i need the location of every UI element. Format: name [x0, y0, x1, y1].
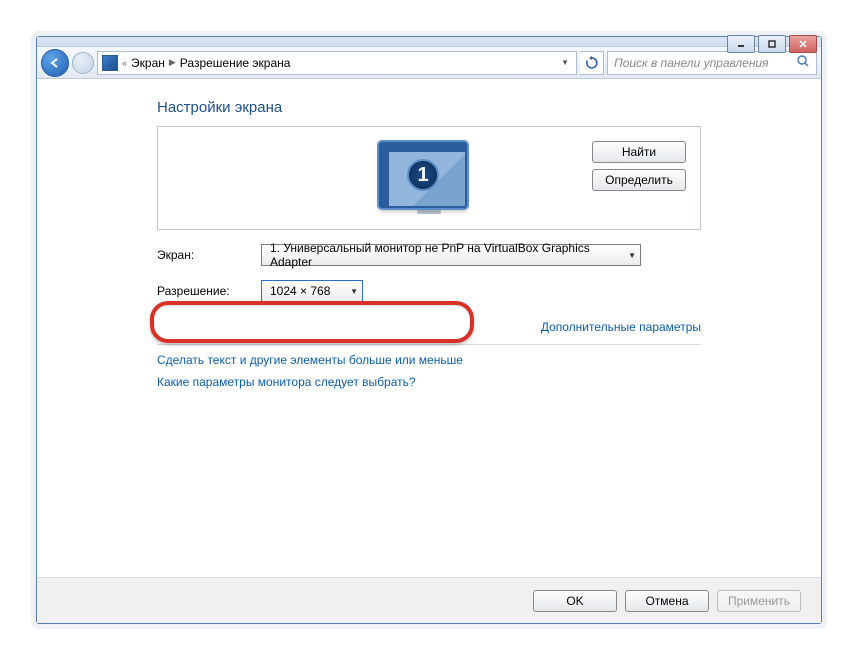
advanced-settings-row: Дополнительные параметры [37, 320, 701, 334]
breadcrumb-dropdown-icon[interactable]: ▼ [558, 58, 572, 67]
forward-button[interactable] [72, 52, 94, 74]
chevron-down-icon: ▼ [344, 287, 358, 296]
maximize-button[interactable] [758, 35, 786, 53]
apply-button[interactable]: Применить [717, 590, 801, 612]
display-dropdown[interactable]: 1. Универсальный монитор не PnP на Virtu… [261, 244, 641, 266]
breadcrumb-item[interactable]: Разрешение экрана [180, 56, 291, 70]
monitor-number: 1 [407, 159, 439, 191]
window-controls [727, 35, 817, 53]
divider [157, 344, 701, 345]
find-button[interactable]: Найти [592, 141, 686, 163]
minimize-button[interactable] [727, 35, 755, 53]
display-label: Экран: [157, 248, 253, 262]
monitor-preview[interactable]: 1 [379, 142, 479, 214]
resolution-row: Разрешение: 1024 × 768 ▼ [157, 280, 701, 302]
resolution-dropdown[interactable]: 1024 × 768 ▼ [261, 280, 363, 302]
search-icon [796, 54, 810, 71]
navigation-bar: « Экран ▶ Разрешение экрана ▼ Поиск в па… [37, 47, 821, 79]
minimize-icon [736, 39, 746, 49]
search-input[interactable]: Поиск в панели управления [607, 51, 817, 75]
cancel-button[interactable]: Отмена [625, 590, 709, 612]
identify-button[interactable]: Определить [592, 169, 686, 191]
ok-button[interactable]: OK [533, 590, 617, 612]
display-value: 1. Универсальный монитор не PnP на Virtu… [270, 241, 614, 269]
which-monitor-link[interactable]: Какие параметры монитора следует выбрать… [157, 375, 701, 389]
breadcrumb-separator: « [122, 58, 127, 68]
breadcrumb-item[interactable]: Экран [131, 56, 165, 70]
resolution-label: Разрешение: [157, 284, 253, 298]
display-row: Экран: 1. Универсальный монитор не PnP н… [157, 244, 701, 266]
monitor-stand-icon [417, 210, 441, 214]
dialog-footer: OK Отмена Применить [37, 577, 821, 623]
text-size-link[interactable]: Сделать текст и другие элементы больше и… [157, 353, 701, 367]
search-placeholder: Поиск в панели управления [614, 56, 796, 70]
breadcrumb-chevron-icon: ▶ [169, 57, 176, 68]
control-panel-window: « Экран ▶ Разрешение экрана ▼ Поиск в па… [36, 36, 822, 624]
content-area: Настройки экрана 1 Найти Определить Экра… [37, 79, 821, 389]
close-icon [798, 39, 808, 49]
chevron-down-icon: ▼ [622, 251, 636, 260]
maximize-icon [767, 39, 777, 49]
refresh-button[interactable] [580, 51, 604, 75]
advanced-settings-link[interactable]: Дополнительные параметры [541, 320, 701, 334]
control-panel-icon [102, 55, 118, 71]
back-button[interactable] [41, 49, 69, 77]
arrow-left-icon [48, 56, 62, 70]
refresh-icon [585, 56, 599, 70]
resolution-value: 1024 × 768 [270, 284, 330, 298]
close-button[interactable] [789, 35, 817, 53]
help-links: Сделать текст и другие элементы больше и… [157, 353, 701, 389]
monitor-preview-panel: 1 Найти Определить [157, 126, 701, 230]
page-title: Настройки экрана [37, 99, 821, 126]
address-bar[interactable]: « Экран ▶ Разрешение экрана ▼ [97, 51, 577, 75]
titlebar [37, 37, 821, 47]
